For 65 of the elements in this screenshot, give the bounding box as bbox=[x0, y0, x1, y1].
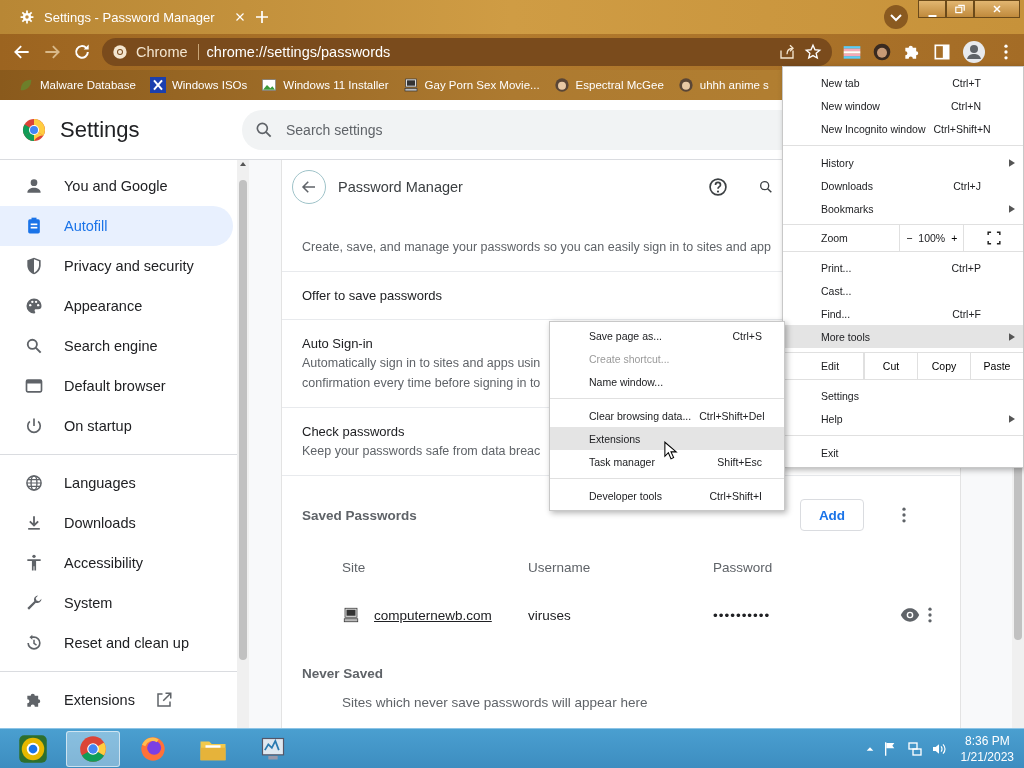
zoom-label: Zoom bbox=[783, 225, 901, 251]
sidebar-item[interactable]: Default browser bbox=[0, 366, 233, 406]
menu-item[interactable]: Extensions bbox=[550, 427, 784, 450]
menu-item[interactable]: Find... Ctrl+F bbox=[783, 302, 1023, 325]
menu-item[interactable]: Clear browsing data... Ctrl+Shift+Del bbox=[550, 404, 784, 427]
section-heading: Saved Passwords bbox=[302, 507, 418, 523]
bookmark[interactable]: Windows ISOs bbox=[149, 77, 248, 93]
bookmark[interactable]: Windows 11 Installer bbox=[261, 77, 389, 93]
page-title: Password Manager bbox=[338, 179, 463, 195]
column-header: Username bbox=[528, 559, 592, 575]
sidebar-item[interactable]: Appearance bbox=[0, 286, 233, 326]
menu-item[interactable]: Name window... bbox=[550, 370, 784, 393]
sidebar-item[interactable]: Autofill bbox=[0, 206, 233, 246]
menu-item[interactable]: Downloads Ctrl+J bbox=[783, 174, 1023, 197]
site-chip: Chrome bbox=[136, 44, 199, 60]
sidebar-item[interactable]: Accessibility bbox=[0, 543, 233, 583]
bookmark[interactable]: uhhh anime s bbox=[677, 77, 769, 93]
sidebar-item[interactable]: On startup bbox=[0, 406, 233, 446]
sidebar-item[interactable]: Extensions bbox=[0, 680, 233, 720]
menu-item[interactable]: Save page as... Ctrl+S bbox=[550, 324, 784, 347]
zoom-level: 100% bbox=[918, 232, 946, 244]
menu-item[interactable]: Task manager Shift+Esc bbox=[550, 450, 784, 473]
bookmark[interactable]: Gay Porn Sex Movie... bbox=[402, 77, 540, 93]
sidebar-item[interactable]: Downloads bbox=[0, 503, 233, 543]
sidebar-item[interactable]: System bbox=[0, 583, 233, 623]
setting-title: Offer to save passwords bbox=[302, 287, 442, 305]
setting-description: confirmation every time before signing in to bbox=[302, 375, 541, 392]
address-bar[interactable]: Chrome chrome://settings/passwords bbox=[102, 38, 832, 66]
menu-item[interactable]: Cast... bbox=[783, 279, 1023, 302]
settings-title: Settings bbox=[60, 116, 141, 143]
sidebar-item[interactable]: Search engine bbox=[0, 326, 233, 366]
sidebar-item[interactable]: Reset and clean up bbox=[0, 623, 233, 663]
url-text: chrome://settings/passwords bbox=[206, 44, 392, 60]
setting-description: Keep your passwords safe from data breac bbox=[302, 443, 541, 460]
column-header: Password bbox=[713, 559, 774, 575]
sidebar-item[interactable]: Languages bbox=[0, 463, 233, 503]
password-cell-text: •••••••••• bbox=[713, 607, 772, 623]
menu-item[interactable]: Help bbox=[783, 407, 1023, 430]
add-button[interactable]: Add bbox=[800, 499, 864, 531]
site-link[interactable]: computernewb.com bbox=[374, 607, 492, 623]
menu-item[interactable]: Bookmarks bbox=[783, 197, 1023, 220]
menu-item[interactable]: More tools bbox=[783, 325, 1023, 348]
menu-item[interactable]: Print... Ctrl+P bbox=[783, 256, 1023, 279]
setting-title: Check passwords bbox=[302, 423, 405, 441]
edit-action-button[interactable]: Cut bbox=[864, 353, 917, 379]
username-cell-text: viruses bbox=[528, 607, 572, 623]
menu-item[interactable]: Exit bbox=[783, 441, 1023, 464]
menu-item[interactable]: Developer tools Ctrl+Shift+I bbox=[550, 484, 784, 507]
column-header: Site bbox=[342, 559, 367, 575]
sidebar-item[interactable]: You and Google bbox=[0, 166, 233, 206]
menu-item[interactable]: New tab Ctrl+T bbox=[783, 71, 1023, 94]
setting-title: Auto Sign-in bbox=[302, 335, 373, 353]
menu-item[interactable]: History bbox=[783, 151, 1023, 174]
edit-action-button[interactable]: Copy bbox=[917, 353, 970, 379]
empty-state-text: Sites which never save passwords will appear here bbox=[341, 694, 649, 710]
menu-item[interactable]: Settings bbox=[783, 384, 1023, 407]
bookmark[interactable]: Espectral McGee bbox=[553, 77, 664, 93]
sidebar-item[interactable]: Privacy and security bbox=[0, 246, 233, 286]
description-text: Create, save, and manage your passwords so you can easily sign in to sites and app bbox=[302, 240, 772, 254]
setting-description: Automatically sign in to sites and apps usin bbox=[302, 355, 541, 372]
bookmark[interactable]: Malware Database bbox=[18, 77, 136, 93]
zoom-in-button[interactable]: + bbox=[945, 232, 964, 244]
zoom-out-button[interactable]: − bbox=[900, 232, 919, 244]
section-heading: Never Saved bbox=[301, 665, 385, 681]
edit-action-button[interactable]: Paste bbox=[970, 353, 1023, 379]
